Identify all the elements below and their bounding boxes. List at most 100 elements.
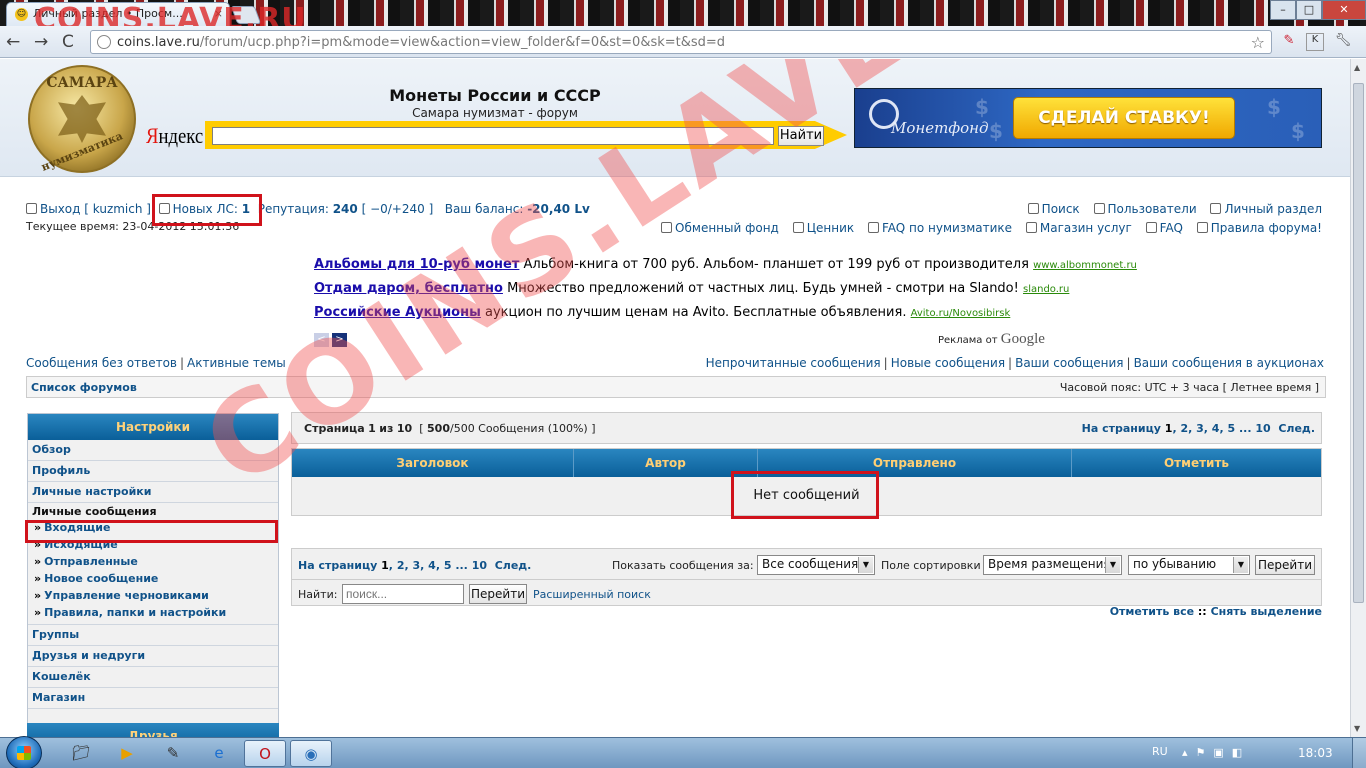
sidebar-item-sent[interactable]: » Отправленные [28, 553, 278, 570]
start-button[interactable] [6, 736, 42, 768]
close-window-button[interactable]: ✕ [1322, 0, 1366, 20]
extension-k-icon[interactable]: K [1306, 33, 1324, 51]
new-posts-link[interactable]: Новые сообщения [891, 356, 1005, 370]
ad-url[interactable]: slando.ru [1023, 284, 1069, 295]
page-link[interactable]: 5 [444, 559, 452, 572]
users-link[interactable]: Пользователи [1093, 202, 1197, 216]
unread-link[interactable]: Непрочитанные сообщения [706, 356, 881, 370]
language-indicator[interactable]: RU [1152, 745, 1168, 758]
sidebar-item-groups[interactable]: Группы [28, 625, 278, 646]
sidebar-item-friends[interactable]: Друзья и недруги [28, 646, 278, 667]
yandex-logo-first: Я [146, 123, 159, 148]
sidebar-item-compose[interactable]: » Новое сообщение [28, 570, 278, 587]
page-info-icon[interactable] [97, 35, 111, 49]
sidebar-item-preferences[interactable]: Личные настройки [28, 482, 278, 503]
sidebar-item-wallet[interactable]: Кошелёк [28, 667, 278, 688]
auction-posts-link[interactable]: Ваши сообщения в аукционах [1134, 356, 1324, 370]
explorer-icon[interactable]: 📁︎ [60, 740, 102, 767]
mark-all-link[interactable]: Отметить все [1110, 605, 1194, 618]
reload-icon[interactable]: C [62, 32, 74, 52]
extension-icon[interactable]: ✎ [1280, 33, 1298, 51]
page-link[interactable]: 3 [412, 559, 420, 572]
page-link[interactable]: 4 [1212, 422, 1220, 435]
logo-text-top: САМАРА [46, 75, 118, 91]
banner-bid-button[interactable]: СДЕЛАЙ СТАВКУ! [1013, 97, 1235, 139]
minimize-button[interactable]: – [1270, 0, 1296, 20]
yandex-search-input[interactable] [212, 127, 774, 145]
tray-icons[interactable]: ▴⚑▣◧ [1182, 746, 1250, 759]
prices-link[interactable]: Ценник [792, 221, 854, 235]
reputation-detail[interactable]: [ −0/+240 ] [362, 202, 434, 216]
page-link[interactable]: 10 [472, 559, 487, 572]
search-go-button[interactable]: Перейти [469, 584, 527, 604]
ad-next-button[interactable]: > [332, 333, 347, 347]
sidebar-item-overview[interactable]: Обзор [28, 440, 278, 461]
faq-link[interactable]: FAQ [1145, 221, 1183, 235]
quicklinks-row-1: Поиск Пользователи Личный раздел [1018, 202, 1322, 216]
address-bar[interactable]: coins.lave.ru/forum/ucp.php?i=pm&mode=vi… [90, 30, 1272, 54]
tool-icon[interactable]: ✎ [152, 740, 194, 767]
ad-prev-button[interactable]: < [314, 333, 329, 347]
site-logo[interactable]: САМАРА нумизматика [28, 65, 136, 174]
logout-link[interactable]: Выход [ kuzmich ] [26, 202, 151, 216]
ad-title-link[interactable]: Российские Аукционы [314, 305, 481, 320]
wrench-icon[interactable]: 🔧︎ [1334, 33, 1352, 51]
ad-url[interactable]: www.albommonet.ru [1033, 260, 1137, 271]
faq-numis-link[interactable]: FAQ по нумизматике [867, 221, 1012, 235]
rules-link[interactable]: Правила форума! [1196, 221, 1322, 235]
sidebar-item-drafts[interactable]: » Управление черновиками [28, 587, 278, 604]
media-player-icon[interactable]: ▶ [106, 740, 148, 767]
advanced-search-link[interactable]: Расширенный поиск [533, 588, 651, 601]
unanswered-link[interactable]: Сообщения без ответов [26, 356, 177, 370]
next-page-link[interactable]: След. [1278, 422, 1315, 435]
ad-banner[interactable]: Монетфонд $ $ $ $ СДЕЛАЙ СТАВКУ! [854, 88, 1322, 148]
ucp-link[interactable]: Личный раздел [1210, 202, 1322, 216]
sidebar-item-profile[interactable]: Профиль [28, 461, 278, 482]
maximize-button[interactable]: □ [1296, 0, 1322, 20]
pager-bottom: На страницу 1, 2, 3, 4, 5 ... 10 След. П… [291, 548, 1322, 606]
forward-arrow-icon[interactable]: → [34, 32, 48, 52]
forum-index-link[interactable]: Список форумов [31, 381, 137, 394]
sidebar-item-pm-options[interactable]: » Правила, папки и настройки [28, 604, 278, 625]
ad-title-link[interactable]: Отдам даром, бесплатно [314, 281, 503, 296]
yandex-search-button[interactable]: Найти [778, 126, 824, 146]
active-topics-link[interactable]: Активные темы [187, 356, 286, 370]
scroll-up-icon[interactable]: ▲ [1354, 63, 1360, 72]
next-page-link[interactable]: След. [495, 559, 532, 572]
ie-icon[interactable]: e [198, 740, 240, 767]
url-text[interactable]: coins.lave.ru/forum/ucp.php?i=pm&mode=vi… [117, 35, 725, 50]
back-arrow-icon[interactable]: ← [6, 32, 20, 52]
vertical-scrollbar[interactable]: ▲ ▼ [1350, 59, 1366, 737]
unmark-all-link[interactable]: Снять выделение [1211, 605, 1322, 618]
opera-icon[interactable]: O [244, 740, 286, 767]
clock[interactable]: 18:03 [1298, 746, 1333, 760]
ellipsis: ... [455, 559, 468, 572]
ad-url[interactable]: Avito.ru/Novosibirsk [911, 308, 1011, 319]
scroll-down-icon[interactable]: ▼ [1354, 724, 1360, 733]
your-posts-link[interactable]: Ваши сообщения [1015, 356, 1123, 370]
page-link[interactable]: 10 [1255, 422, 1270, 435]
bookmark-star-icon[interactable]: ☆ [1251, 33, 1265, 52]
page-link[interactable]: 5 [1227, 422, 1235, 435]
go-button[interactable]: Перейти [1255, 555, 1315, 575]
dollar-icon: $ [975, 95, 989, 119]
exchange-link[interactable]: Обменный фонд [661, 221, 779, 235]
chrome-icon[interactable]: ◉ [290, 740, 332, 767]
ad-title-link[interactable]: Альбомы для 10-руб монет [314, 257, 519, 272]
search-link[interactable]: Поиск [1027, 202, 1080, 216]
sidebar-item-shop[interactable]: Магазин [28, 688, 278, 709]
dollar-icon: $ [989, 119, 1003, 143]
show-desktop-button[interactable] [1352, 738, 1366, 768]
column-subject[interactable]: Заголовок [292, 449, 574, 477]
sort-order-select[interactable]: по убыванию ▼ [1128, 555, 1250, 575]
shop-link[interactable]: Магазин услуг [1025, 221, 1132, 235]
page-link[interactable]: 4 [428, 559, 436, 572]
search-input[interactable] [342, 584, 464, 604]
sort-field-select[interactable]: Время размещения ▼ [983, 555, 1122, 575]
page-link[interactable]: 2 [1180, 422, 1188, 435]
show-period-select[interactable]: Все сообщения ▼ [757, 555, 875, 575]
scrollbar-thumb[interactable] [1353, 83, 1364, 603]
page-link[interactable]: 3 [1196, 422, 1204, 435]
ads-by-google[interactable]: Реклама от Google [938, 331, 1045, 348]
page-link[interactable]: 2 [397, 559, 405, 572]
